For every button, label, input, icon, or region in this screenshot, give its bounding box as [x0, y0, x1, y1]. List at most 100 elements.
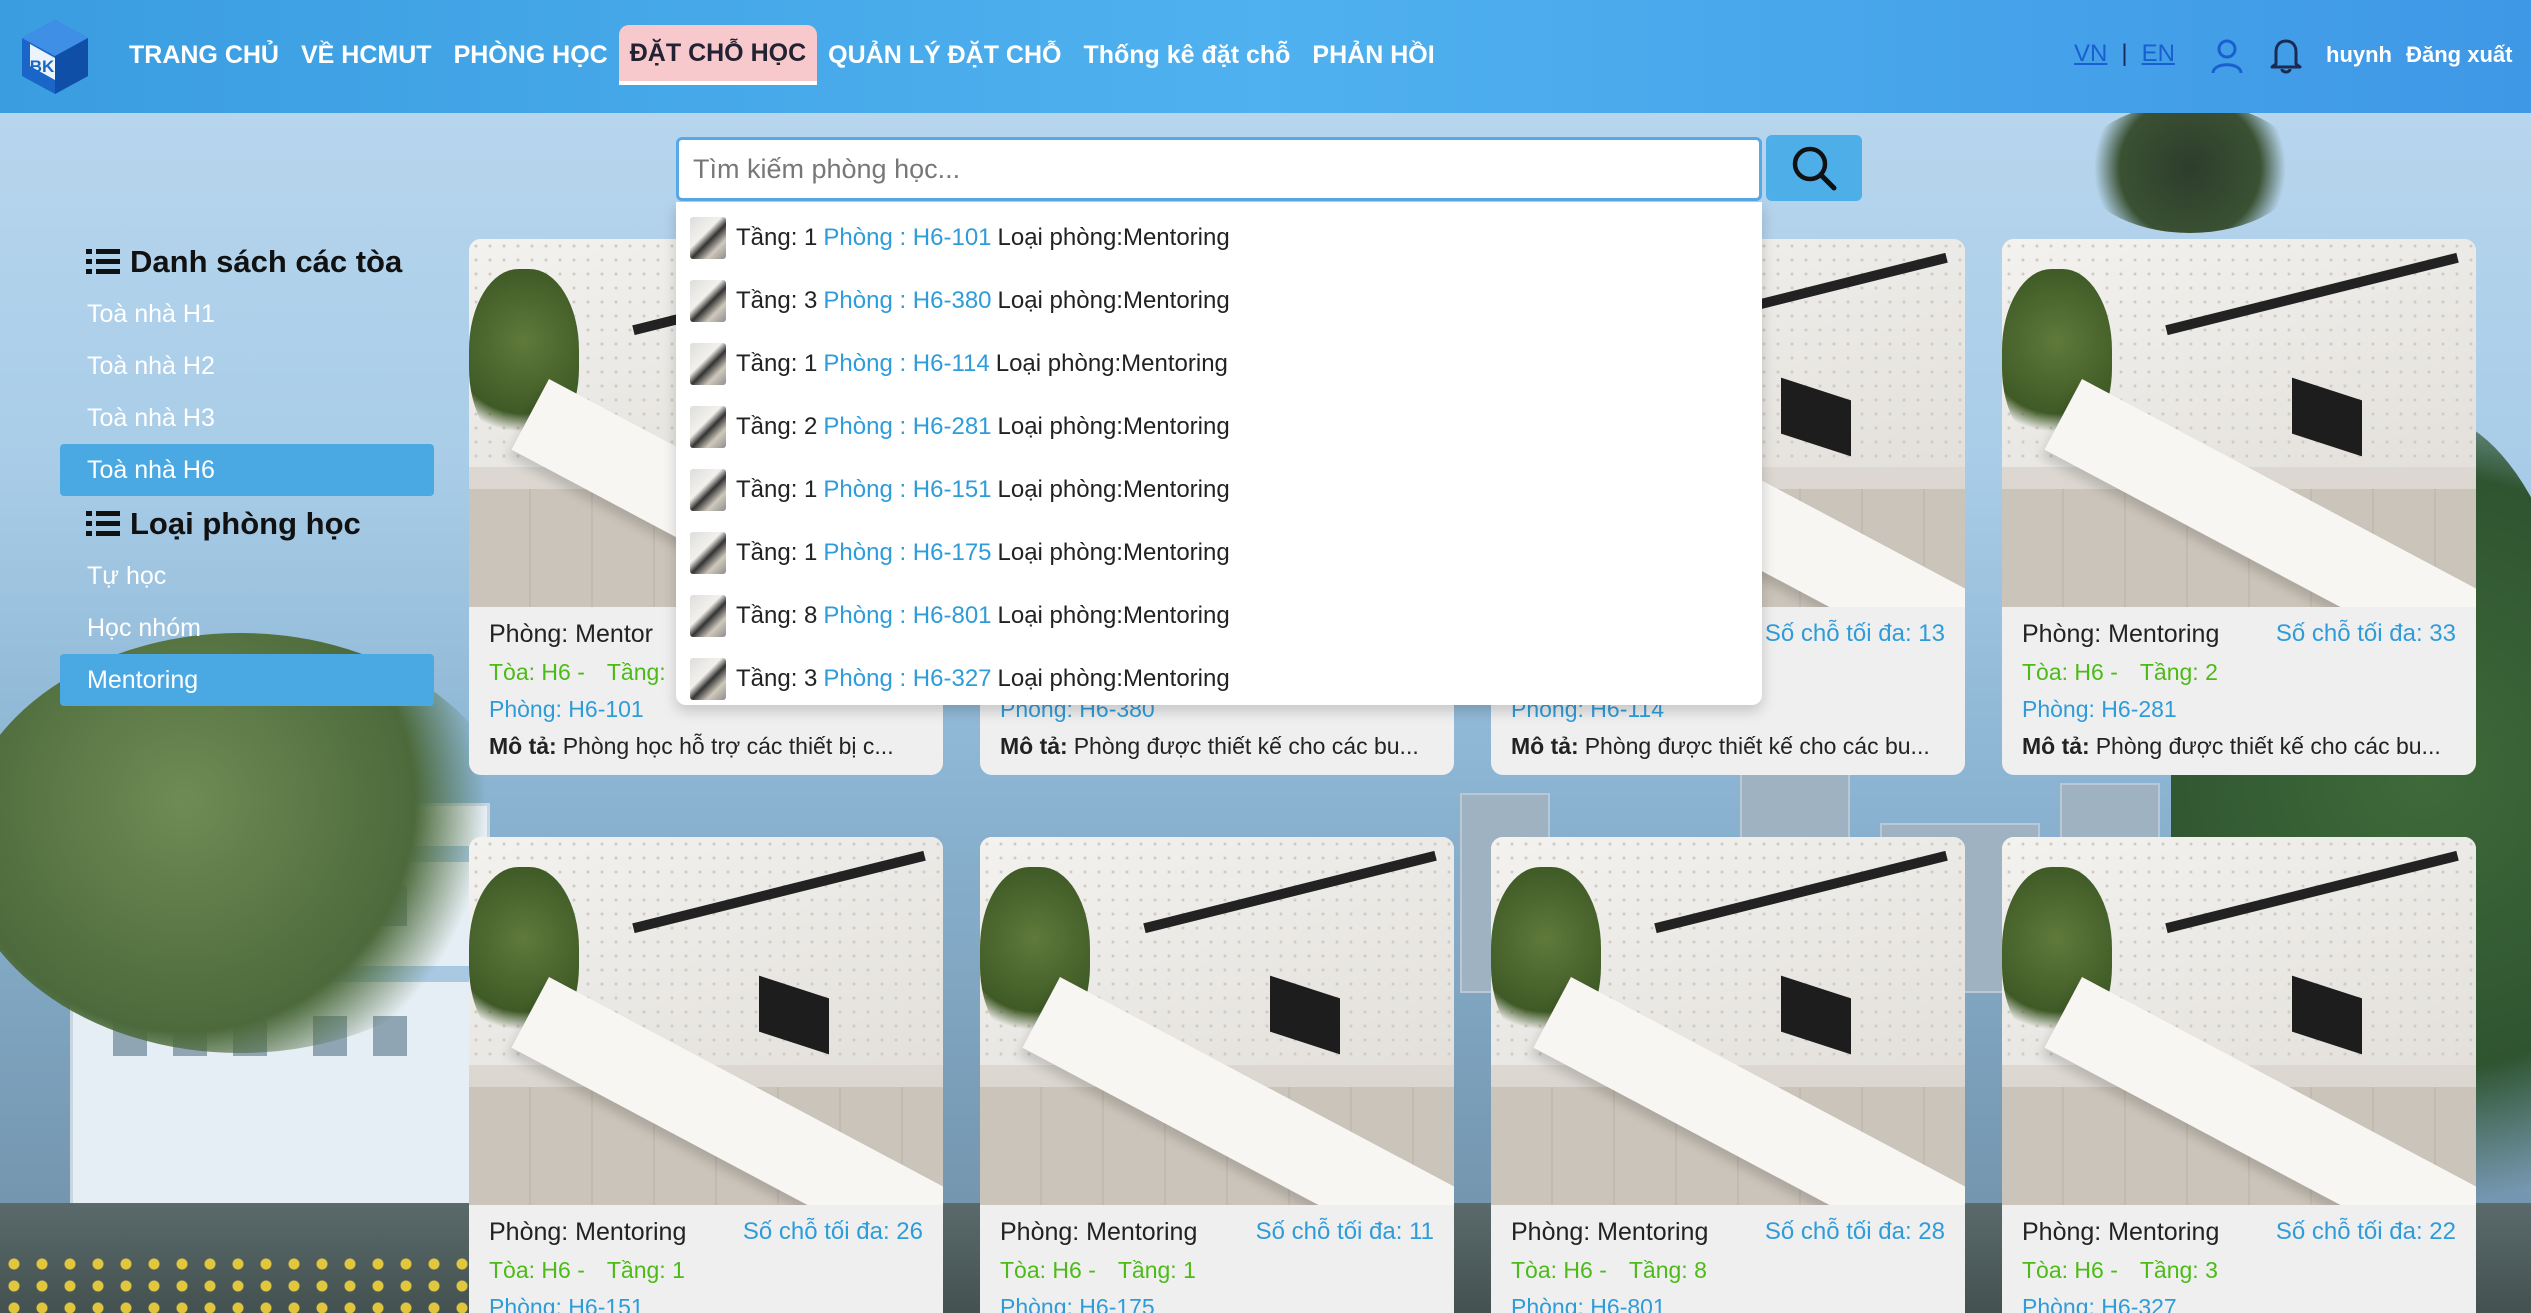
bell-icon[interactable]: [2268, 36, 2304, 74]
suggestion-item[interactable]: Tầng: 1 Phòng : H6-101 Loại phòng:Mentorin…: [676, 206, 1762, 269]
room-code: Phòng: H6-151: [489, 1293, 644, 1313]
nav-booking[interactable]: ĐẶT CHỖ HỌC: [618, 25, 818, 85]
suggestion-type: Loại phòng:Mentoring: [997, 412, 1230, 440]
room-capacity: Số chỗ tối đa: 26: [742, 1218, 923, 1245]
suggestion-room: Phòng : H6-801: [823, 601, 992, 629]
nav-about[interactable]: VỀ HCMUT: [290, 25, 443, 85]
room-description: Phòng được thiết kế cho các bu...: [2095, 732, 2441, 759]
suggestion-floor: Tầng: 3: [736, 664, 818, 692]
suggestion-floor: Tầng: 1: [736, 475, 818, 503]
lang-separator: |: [2121, 40, 2128, 67]
suggestion-room: Phòng : H6-327: [823, 664, 992, 692]
search-box: [676, 137, 1762, 201]
suggestion-room: Phòng : H6-380: [823, 286, 992, 314]
nav-home[interactable]: TRANG CHỦ: [118, 25, 290, 85]
search-input[interactable]: [679, 140, 1759, 198]
suggestion-room: Phòng : H6-175: [823, 538, 992, 566]
room-thumbnail: [690, 468, 726, 511]
room-description: Phòng được thiết kế cho các bu...: [1584, 732, 1930, 759]
room-code: Phòng: H6-327: [2022, 1293, 2177, 1313]
suggestion-item[interactable]: Tầng: 3 Phòng : H6-380 Loại phòng:Mentorin…: [676, 269, 1762, 332]
room-code: Phòng: H6-281: [2022, 695, 2177, 722]
suggestion-floor: Tầng: 3: [736, 286, 818, 314]
room-desc-label: Mô tả:: [1511, 732, 1579, 759]
sidebar-item-self-study[interactable]: Tự học: [60, 550, 434, 602]
suggestion-type: Loại phòng:Mentoring: [997, 286, 1230, 314]
sidebar-item-h6[interactable]: Toà nhà H6: [60, 444, 434, 496]
room-floor: Tầng: 3: [2139, 1256, 2218, 1283]
suggestion-floor: Tầng: 1: [736, 223, 818, 251]
user-icon[interactable]: [2210, 38, 2244, 74]
suggestion-item[interactable]: Tầng: 3 Phòng : H6-327 Loại phòng:Mentorin…: [676, 647, 1762, 710]
room-image: [2002, 239, 2476, 607]
room-building: Tòa: H6 -: [1000, 1256, 1096, 1283]
room-image: [1491, 837, 1965, 1205]
room-card[interactable]: Phòng: Mentoring Số chỗ tối đa: 26 Tòa: H…: [469, 837, 943, 1313]
room-floor: Tầng: 2: [2139, 658, 2218, 685]
suggestion-floor: Tầng: 2: [736, 412, 818, 440]
suggestion-item[interactable]: Tầng: 1 Phòng : H6-151 Loại phòng:Mentorin…: [676, 458, 1762, 521]
suggestion-floor: Tầng: 8: [736, 601, 818, 629]
lang-vn-link[interactable]: VN: [2074, 40, 2107, 68]
top-navbar: BK TRANG CHỦ VỀ HCMUT PHÒNG HỌC ĐẶT CHỖ …: [0, 0, 2531, 113]
suggestion-room: Phòng : H6-281: [823, 412, 992, 440]
room-card[interactable]: Phòng: Mentoring Số chỗ tối đa: 33 Tòa: H…: [2002, 239, 2476, 775]
lang-en-link[interactable]: EN: [2142, 40, 2175, 68]
main-nav: TRANG CHỦ VỀ HCMUT PHÒNG HỌC ĐẶT CHỖ HỌC…: [118, 24, 1446, 86]
suggestion-item[interactable]: Tầng: 1 Phòng : H6-175 Loại phòng:Mentorin…: [676, 521, 1762, 584]
suggestion-room: Phòng : H6-151: [823, 475, 992, 503]
logo-icon[interactable]: BK: [16, 18, 94, 96]
room-capacity: Số chỗ tối đa: 22: [2275, 1218, 2456, 1245]
room-thumbnail: [690, 405, 726, 448]
search-suggestions: Tầng: 1 Phòng : H6-101 Loại phòng:Mentorin…: [676, 202, 1762, 705]
nav-manage-booking[interactable]: QUẢN LÝ ĐẶT CHỖ: [817, 25, 1072, 85]
room-building: Tòa: H6 -: [2022, 1256, 2118, 1283]
nav-feedback[interactable]: PHẢN HỒI: [1301, 25, 1445, 85]
nav-statistics[interactable]: Thống kê đặt chỗ: [1072, 25, 1301, 85]
filter-sidebar: Danh sách các tòa Toà nhà H1 Toà nhà H2 …: [60, 236, 434, 706]
room-capacity: Số chỗ tối đa: 13: [1764, 620, 1945, 647]
sidebar-item-h2[interactable]: Toà nhà H2: [60, 340, 434, 392]
room-thumbnail: [690, 279, 726, 322]
room-capacity: Số chỗ tối đa: 28: [1764, 1218, 1945, 1245]
user-area: huynh Đăng xuất: [2326, 42, 2512, 68]
room-code: Phòng: H6-801: [1511, 1293, 1666, 1313]
suggestion-item[interactable]: Tầng: 8 Phòng : H6-801 Loại phòng:Mentorin…: [676, 584, 1762, 647]
room-card[interactable]: Phòng: Mentoring Số chỗ tối đa: 11 Tòa: H…: [980, 837, 1454, 1313]
search-button[interactable]: [1766, 135, 1862, 201]
suggestion-item[interactable]: Tầng: 2 Phòng : H6-281 Loại phòng:Mentorin…: [676, 395, 1762, 458]
buildings-heading: Danh sách các tòa: [60, 236, 434, 288]
room-desc-label: Mô tả:: [2022, 732, 2090, 759]
room-title: Phòng: Mentoring: [1511, 1217, 1709, 1246]
room-title: Phòng: Mentoring: [489, 1217, 687, 1246]
nav-rooms[interactable]: PHÒNG HỌC: [443, 25, 619, 85]
suggestion-item[interactable]: Tầng: 1 Phòng : H6-114 Loại phòng:Mentorin…: [676, 332, 1762, 395]
room-card[interactable]: Phòng: Mentoring Số chỗ tối đa: 22 Tòa: H…: [2002, 837, 2476, 1313]
room-description: Phòng được thiết kế cho các bu...: [1073, 732, 1419, 759]
sidebar-item-h3[interactable]: Toà nhà H3: [60, 392, 434, 444]
background-foliage: [2080, 113, 2300, 233]
room-capacity: Số chỗ tối đa: 33: [2275, 620, 2456, 647]
list-icon: [86, 249, 120, 274]
suggestion-type: Loại phòng:Mentoring: [997, 538, 1230, 566]
suggestion-room: Phòng : H6-101: [823, 223, 992, 251]
suggestion-type: Loại phòng:Mentoring: [995, 349, 1228, 377]
logout-link[interactable]: Đăng xuất: [2406, 42, 2512, 67]
room-title: Phòng: Mentoring: [2022, 1217, 2220, 1246]
room-card[interactable]: Phòng: Mentoring Số chỗ tối đa: 28 Tòa: H…: [1491, 837, 1965, 1313]
room-thumbnail: [690, 657, 726, 700]
sidebar-item-group-study[interactable]: Học nhóm: [60, 602, 434, 654]
room-capacity: Số chỗ tối đa: 11: [1255, 1218, 1434, 1245]
sidebar-item-h1[interactable]: Toà nhà H1: [60, 288, 434, 340]
suggestion-type: Loại phòng:Mentoring: [997, 223, 1230, 251]
room-image: [469, 837, 943, 1205]
logo-text: BK: [30, 57, 55, 76]
room-thumbnail: [690, 216, 726, 259]
room-types-heading: Loại phòng học: [60, 498, 434, 550]
room-description: Phòng học hỗ trợ các thiết bị c...: [562, 732, 894, 759]
suggestion-floor: Tầng: 1: [736, 538, 818, 566]
room-building: Tòa: H6 -: [489, 1256, 585, 1283]
room-desc-label: Mô tả:: [489, 732, 557, 759]
sidebar-item-mentoring[interactable]: Mentoring: [60, 654, 434, 706]
room-thumbnail: [690, 594, 726, 637]
